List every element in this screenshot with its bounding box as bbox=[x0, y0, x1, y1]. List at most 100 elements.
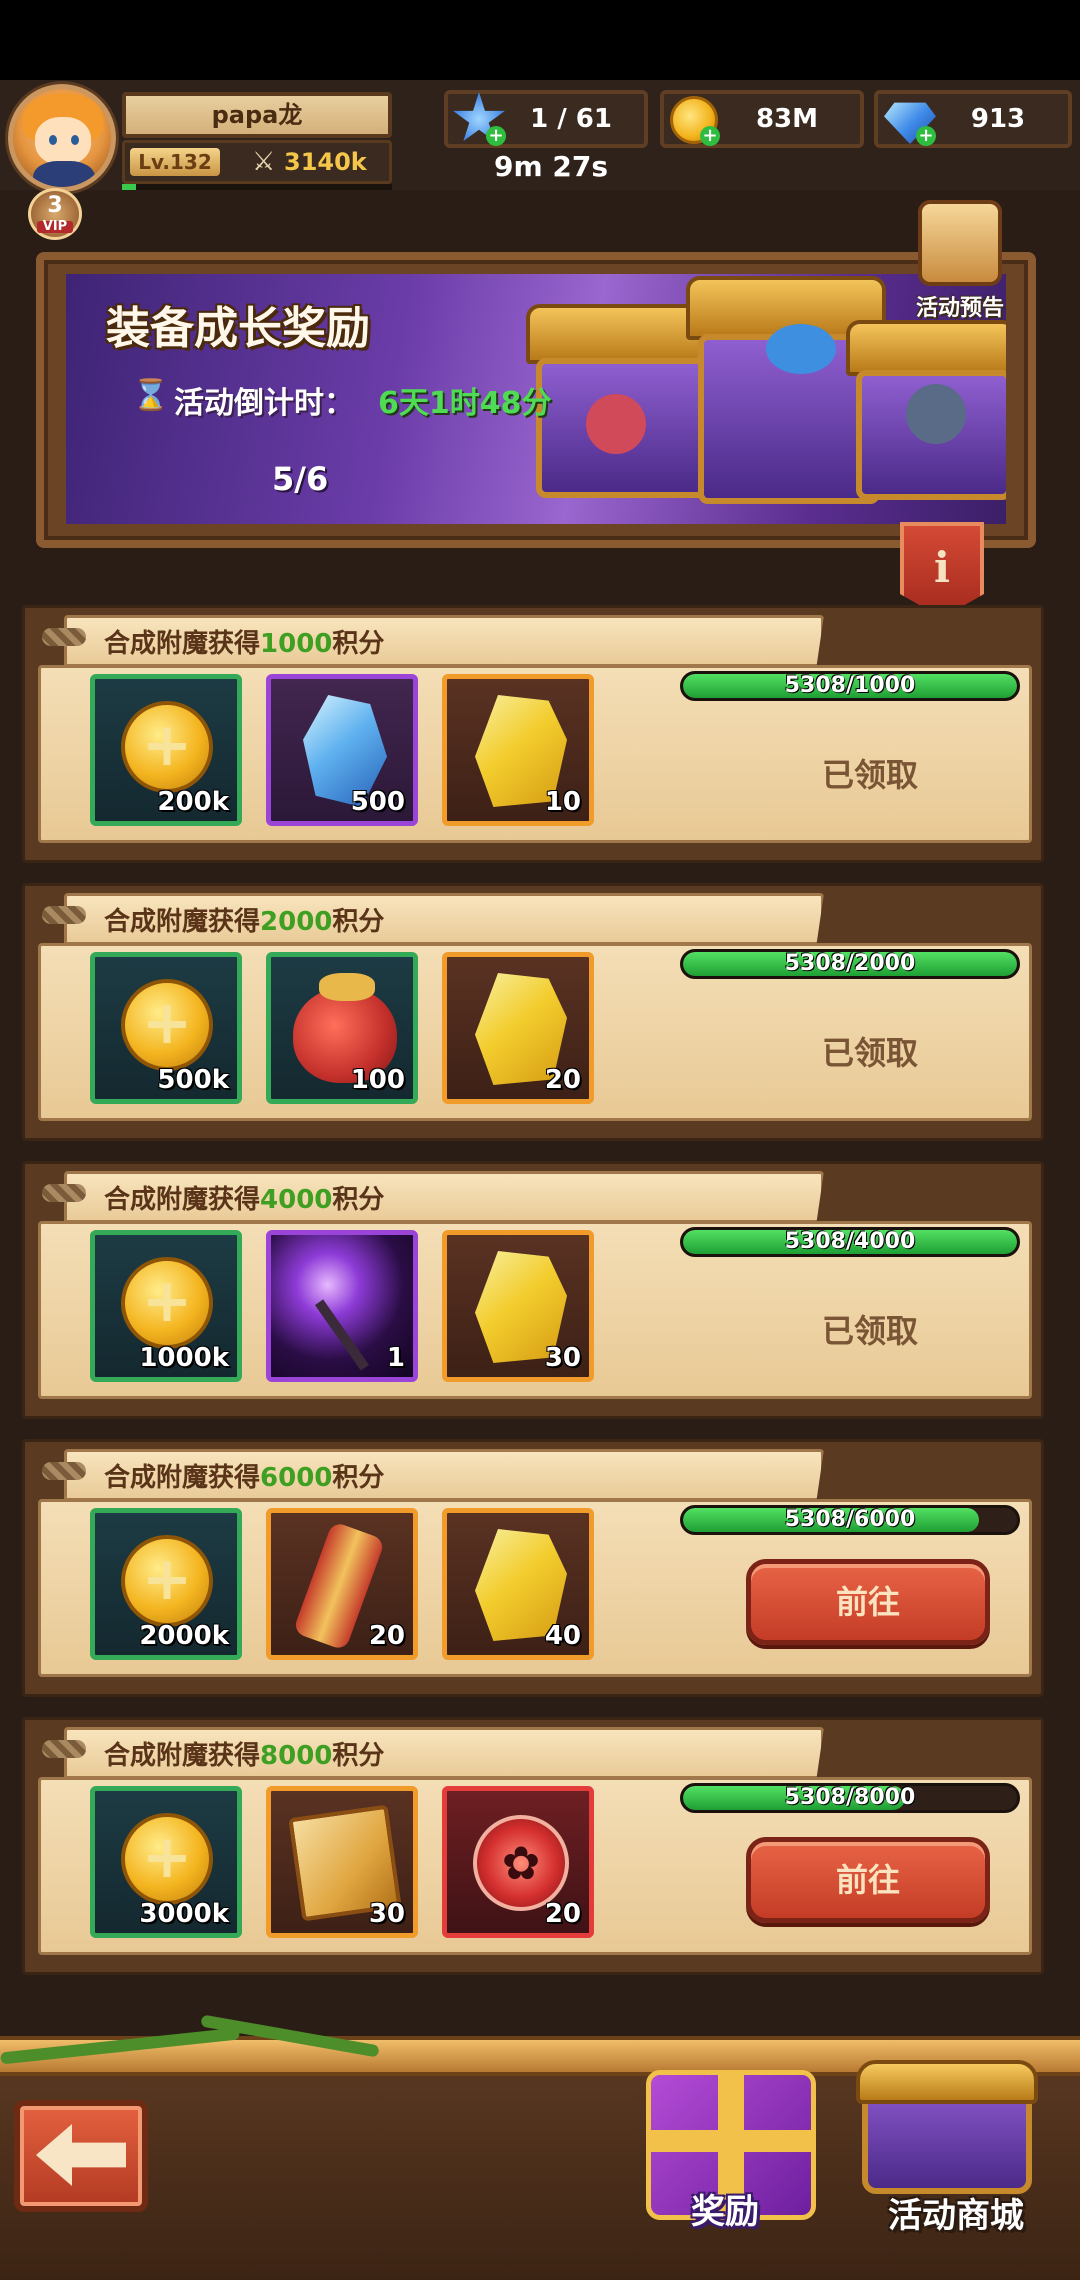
player-avatar[interactable] bbox=[8, 84, 116, 192]
loot-gear bbox=[586, 394, 646, 454]
task-progress-text: 5308/4000 bbox=[784, 1229, 916, 1254]
reward-slot[interactable]: 40 bbox=[442, 1508, 594, 1660]
task-progress-text: 5308/1000 bbox=[784, 673, 916, 698]
hourglass-icon: ⌛ bbox=[132, 378, 170, 413]
event-progress: 5/6 bbox=[272, 460, 329, 498]
chest-lid bbox=[846, 320, 1006, 376]
reward-count: 30 bbox=[544, 1343, 581, 1373]
stamina-timer: 9m 27s bbox=[494, 150, 609, 183]
rope-decoration bbox=[42, 1184, 86, 1202]
gem-value: 913 bbox=[970, 104, 1026, 134]
reward-slot[interactable]: 500k bbox=[90, 952, 242, 1104]
avatar-eye bbox=[49, 135, 57, 145]
task-title-suffix: 积分 bbox=[332, 1463, 385, 1493]
reward-slot[interactable]: 10 bbox=[442, 674, 594, 826]
reward-slot[interactable]: 30 bbox=[442, 1230, 594, 1382]
reward-slot[interactable]: 500 bbox=[266, 674, 418, 826]
rope-decoration bbox=[42, 1740, 86, 1758]
task-title: 合成附魔获得4000积分 bbox=[104, 1179, 384, 1216]
vip-badge[interactable]: 3 VIP bbox=[28, 188, 82, 240]
go-button[interactable]: 前往 bbox=[746, 1837, 990, 1923]
system-status-area bbox=[0, 0, 1080, 80]
reward-count: 10 bbox=[544, 787, 581, 817]
gold-coin-icon bbox=[121, 701, 213, 793]
task-title: 合成附魔获得1000积分 bbox=[104, 623, 384, 660]
reward-count: 100 bbox=[350, 1065, 405, 1095]
task-title: 合成附魔获得6000积分 bbox=[104, 1457, 384, 1494]
bag-knot bbox=[319, 973, 375, 1001]
task-title-prefix: 合成附魔获得 bbox=[104, 1463, 261, 1493]
event-preview-icon bbox=[918, 200, 1002, 286]
reward-slot[interactable]: 20 bbox=[442, 952, 594, 1104]
reward-count: 500k bbox=[157, 1065, 229, 1095]
rope-decoration bbox=[42, 628, 86, 646]
add-gems-icon[interactable]: + bbox=[916, 126, 936, 146]
event-title: 装备成长奖励 bbox=[106, 303, 370, 354]
gift-ribbon bbox=[646, 2130, 816, 2152]
loot-armor bbox=[906, 384, 966, 444]
rope-decoration bbox=[42, 1462, 86, 1480]
claimed-label: 已领取 bbox=[821, 756, 918, 794]
task-title-prefix: 合成附魔获得 bbox=[104, 907, 261, 937]
reward-count: 1000k bbox=[139, 1343, 229, 1373]
player-level: Lv.132 bbox=[130, 148, 220, 176]
task-title-points: 2000 bbox=[260, 907, 333, 937]
crossed-swords-icon: ⚔ bbox=[252, 147, 276, 177]
reward-count: 20 bbox=[544, 1899, 581, 1929]
reward-slot[interactable]: 3000k bbox=[90, 1786, 242, 1938]
add-gold-icon[interactable]: + bbox=[700, 126, 720, 146]
task-title-suffix: 积分 bbox=[332, 1185, 385, 1215]
task-title-points: 6000 bbox=[260, 1463, 333, 1493]
task-title-suffix: 积分 bbox=[332, 629, 385, 659]
event-shop-tab-label[interactable]: 活动商城 bbox=[856, 2188, 1056, 2237]
reward-slot[interactable]: 1 bbox=[266, 1230, 418, 1382]
paw-token-icon bbox=[473, 1815, 569, 1911]
player-power: 3140k bbox=[284, 148, 367, 176]
reward-count: 2000k bbox=[139, 1621, 229, 1651]
countdown-label: 活动倒计时： bbox=[174, 386, 354, 421]
reward-count: 1 bbox=[386, 1343, 405, 1373]
reward-count: 30 bbox=[368, 1899, 405, 1929]
info-button[interactable]: i bbox=[900, 522, 984, 618]
reward-slot[interactable]: 20 bbox=[442, 1786, 594, 1938]
task-title-prefix: 合成附魔获得 bbox=[104, 1741, 261, 1771]
gold-coin-icon bbox=[121, 979, 213, 1071]
gold-coin-icon bbox=[121, 1813, 213, 1905]
xp-bar bbox=[122, 184, 392, 190]
reward-slot[interactable]: 100 bbox=[266, 952, 418, 1104]
avatar-eye bbox=[71, 135, 79, 145]
claimed-label: 已领取 bbox=[821, 1034, 918, 1072]
rope-decoration bbox=[42, 906, 86, 924]
task-title-suffix: 积分 bbox=[332, 907, 385, 937]
player-name: papa龙 bbox=[122, 92, 392, 138]
vip-label: VIP bbox=[37, 220, 73, 233]
reward-slot[interactable]: 30 bbox=[266, 1786, 418, 1938]
task-title-points: 8000 bbox=[260, 1741, 333, 1771]
avatar-face bbox=[35, 117, 91, 165]
task-title: 合成附魔获得8000积分 bbox=[104, 1735, 384, 1772]
task-progress-text: 5308/6000 bbox=[784, 1507, 916, 1532]
task-title-prefix: 合成附魔获得 bbox=[104, 629, 261, 659]
task-title-points: 4000 bbox=[260, 1185, 333, 1215]
reward-tab-label[interactable]: 奖励 bbox=[660, 2184, 790, 2233]
reward-count: 40 bbox=[544, 1621, 581, 1651]
reward-slot[interactable]: 20 bbox=[266, 1508, 418, 1660]
reward-count: 20 bbox=[368, 1621, 405, 1651]
chest-lid bbox=[856, 2060, 1038, 2104]
reward-slot[interactable]: 1000k bbox=[90, 1230, 242, 1382]
countdown-value: 6天1时48分 bbox=[378, 386, 552, 421]
task-progress-text: 5308/2000 bbox=[784, 951, 916, 976]
reward-count: 200k bbox=[157, 787, 229, 817]
task-title-suffix: 积分 bbox=[332, 1741, 385, 1771]
reward-count: 500 bbox=[350, 787, 405, 817]
loot-helmet bbox=[766, 324, 836, 374]
add-stamina-icon[interactable]: + bbox=[486, 126, 506, 146]
reward-slot[interactable]: 200k bbox=[90, 674, 242, 826]
task-progress-text: 5308/8000 bbox=[784, 1785, 916, 1810]
xp-bar-fill bbox=[122, 184, 136, 190]
reward-slot[interactable]: 2000k bbox=[90, 1508, 242, 1660]
go-button[interactable]: 前往 bbox=[746, 1559, 990, 1645]
event-preview-label: 活动预告 bbox=[915, 296, 1004, 321]
gold-coin-icon bbox=[121, 1535, 213, 1627]
reward-count: 20 bbox=[544, 1065, 581, 1095]
